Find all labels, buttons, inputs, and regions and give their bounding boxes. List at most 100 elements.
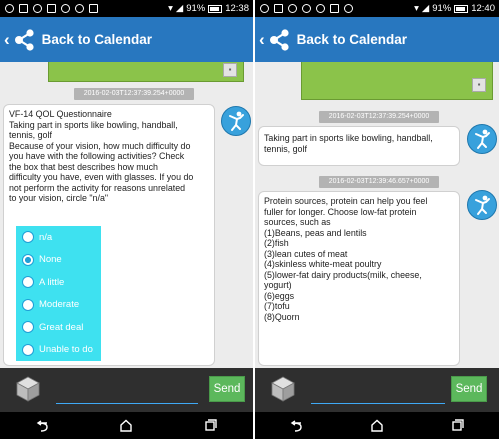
option-label: Great deal (39, 321, 84, 333)
wifi-icon: ▾ (168, 3, 173, 14)
option-label: n/a (39, 231, 53, 243)
message-bubble: Protein sources, protein can help you fe… (258, 191, 460, 366)
message-line: Protein sources, protein can help you fe… (264, 196, 428, 206)
figure-avatar-icon (475, 195, 490, 215)
message-line: (1)Beans, peas and lentils (264, 227, 367, 238)
question-line: you have with the following activities? … (9, 151, 185, 161)
chevron-left-icon: ‹ (4, 30, 10, 49)
status-bar: ▾ ◢ 91% 12:38 (0, 0, 253, 17)
navigation-bar (0, 412, 253, 439)
question-line: tennis, golf (9, 130, 52, 140)
message-timestamp: 2016-02-03T12:39:46.657+0000 (319, 176, 439, 188)
radio-button[interactable] (22, 321, 34, 334)
message-line: (3)lean cutes of meat (264, 248, 348, 259)
back-nav-icon[interactable] (22, 415, 62, 437)
question-line: Taking part in sports like bowling, hand… (9, 119, 178, 130)
option-none[interactable]: None (16, 249, 101, 272)
radio-button[interactable] (22, 276, 34, 289)
status-bar: ▾ ◢ 91% 12:40 (255, 0, 499, 17)
radio-button-selected[interactable] (22, 253, 34, 266)
battery-percent: 91% (432, 3, 452, 14)
cube-icon[interactable] (268, 374, 298, 404)
notification-icon (5, 4, 14, 13)
send-button[interactable]: Send (209, 376, 245, 402)
option-label: None (39, 254, 62, 266)
card-action-icon[interactable]: ▪ (223, 63, 237, 77)
back-to-calendar-button[interactable]: ‹ Back to Calendar (255, 28, 407, 52)
message-line: fuller for longer. Choose low-fat protei… (264, 206, 417, 217)
battery-icon (454, 4, 469, 13)
signal-icon: ◢ (421, 3, 430, 14)
notification-icon (260, 4, 269, 13)
option-na[interactable]: n/a (16, 226, 101, 249)
notification-icon (61, 4, 70, 13)
notification-icon (288, 4, 297, 13)
recents-nav-icon[interactable] (191, 415, 231, 437)
option-unable-to-do[interactable]: Unable to do (16, 339, 101, 362)
question-line: Because of your vision, how much difficu… (9, 140, 191, 151)
option-great-deal[interactable]: Great deal (16, 316, 101, 339)
message-line: tennis, golf (264, 143, 307, 154)
option-label: Moderate (39, 299, 80, 311)
message-input-bar: Send (0, 368, 253, 412)
option-label: A little (39, 276, 65, 288)
radio-button[interactable] (22, 343, 34, 356)
figure-avatar-icon (475, 129, 490, 149)
send-button[interactable]: Send (451, 376, 487, 402)
message-line: (2)fish (264, 238, 289, 248)
radio-button[interactable] (22, 231, 34, 244)
message-line: yogurt) (264, 280, 292, 290)
previous-message-card: ▪ (48, 62, 244, 82)
message-line: sources, such as (264, 217, 331, 227)
recents-nav-icon[interactable] (438, 415, 478, 437)
question-line: to your vision, circle "n/a" (9, 193, 109, 203)
notification-icon (89, 4, 98, 13)
message-input[interactable] (311, 378, 445, 404)
radio-button[interactable] (22, 298, 34, 311)
notification-icon (330, 4, 339, 13)
navigation-bar (255, 412, 499, 439)
battery-icon (208, 4, 223, 13)
question-line: difficulty you have, even with glasses. … (9, 172, 194, 182)
signal-icon: ◢ (175, 3, 184, 14)
app-bar: ‹ Back to Calendar (255, 17, 499, 62)
message-line: Taking part in sports like bowling, hand… (264, 133, 433, 143)
message-line: (8)Quorn (264, 311, 300, 322)
home-nav-icon[interactable] (357, 415, 397, 437)
back-nav-icon[interactable] (276, 415, 316, 437)
notification-icon (274, 4, 283, 13)
notification-icon (47, 4, 56, 13)
card-action-icon[interactable]: ▪ (472, 78, 486, 92)
message-input[interactable] (56, 378, 198, 404)
cube-icon[interactable] (13, 374, 43, 404)
message-line: (7)tofu (264, 301, 290, 311)
message-bubble: Taking part in sports like bowling, hand… (258, 126, 460, 166)
clock-time: 12:38 (225, 3, 249, 14)
bot-avatar (221, 106, 251, 136)
message-line: (5)lower-fat dairy products(milk, cheese… (264, 269, 422, 280)
clock-time: 12:40 (471, 3, 495, 14)
app-bar-title: Back to Calendar (296, 32, 407, 47)
figure-avatar-icon (229, 111, 244, 131)
app-bar: ‹ Back to Calendar (0, 17, 253, 62)
option-moderate[interactable]: Moderate (16, 294, 101, 317)
bot-avatar (467, 190, 497, 220)
message-line: (4)skinless white-meat poultry (264, 259, 382, 269)
app-bar-title: Back to Calendar (41, 32, 152, 47)
notification-icon (75, 4, 84, 13)
question-line: VF-14 QOL Questionnaire (9, 109, 112, 119)
left-phone-screen: ▾ ◢ 91% 12:38 ‹ Back to Calendar ▪ 2016-… (0, 0, 253, 439)
previous-message-card: ▪ (301, 62, 493, 100)
message-line: (6)eggs (264, 290, 295, 301)
notification-icon (33, 4, 42, 13)
message-timestamp: 2016-02-03T12:37:39.254+0000 (74, 88, 194, 100)
option-label: Unable to do (39, 344, 93, 356)
back-to-calendar-button[interactable]: ‹ Back to Calendar (0, 28, 152, 52)
share-icon (269, 28, 289, 51)
option-a-little[interactable]: A little (16, 271, 101, 294)
wifi-icon: ▾ (414, 3, 419, 14)
home-nav-icon[interactable] (106, 415, 146, 437)
answer-options-group: n/a None A little Moderate Great deal Un… (16, 226, 101, 361)
battery-percent: 91% (186, 3, 206, 14)
question-line: not perform the activity for reasons unr… (9, 182, 186, 193)
